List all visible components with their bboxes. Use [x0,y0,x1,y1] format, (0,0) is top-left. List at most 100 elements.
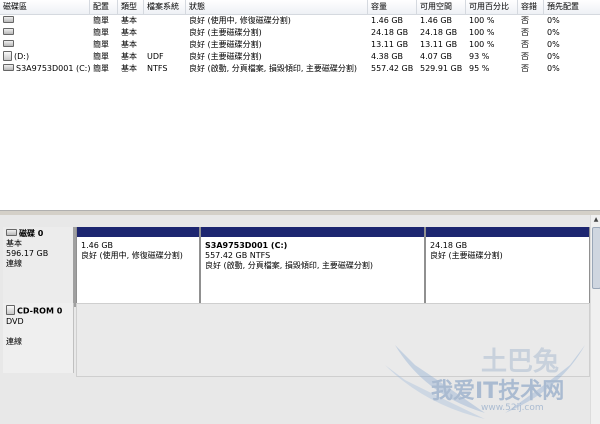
disk-0-type: 基本 [6,239,22,248]
column-header-percent-free[interactable]: 可用百分比 [466,0,518,14]
percent-free-cell: 100 % [469,16,495,25]
filesystem-cell: UDF [147,52,164,61]
free-space-cell: 4.07 GB [420,52,453,61]
free-space-cell: 529.91 GB [420,64,463,73]
cdrom-0-title: CD-ROM 0 [17,306,63,316]
disk-0-state: 連線 [6,259,22,268]
watermark-main-text: 我爱IT技术网 [431,379,565,404]
partition-header-bar [426,227,589,237]
fault-tolerance-cell: 否 [521,52,529,61]
disk-label-divider [73,303,74,373]
percent-free-cell: 100 % [469,28,495,37]
partition-c-drive[interactable]: S3A9753D001 (C:) 557.42 GB NTFS 良好 (啟動, … [200,227,425,307]
partition-status: 良好 (主要磁碟分割) [430,251,503,260]
cdrom-0-type: DVD [6,316,24,326]
partition-recovery[interactable]: 1.46 GB 良好 (使用中, 修復磁碟分割) [76,227,200,307]
filesystem-cell: NTFS [147,64,168,73]
column-header-row: 磁碟區 配置 類型 檔案系統 狀態 容量 可用空間 可用百分比 容錯 預先配置 [0,0,600,15]
partition-primary[interactable]: 24.18 GB 良好 (主要磁碟分割) [425,227,590,307]
table-row[interactable]: 簡單 基本 良好 (使用中, 修復磁碟分割) 1.46 GB 1.46 GB 1… [0,15,600,26]
partition-name: S3A9753D001 (C:) [205,241,288,250]
disk-icon [6,229,17,236]
partition-status: 良好 (啟動, 分頁檔案, 損毀傾印, 主要磁碟分割) [205,261,374,270]
type-cell: 基本 [121,52,137,61]
filesystem-cell [144,27,186,38]
status-cell: 良好 (主要磁碟分割) [189,28,262,37]
watermark: 土巴兔 我爱IT技术网 www.52ij.com [385,335,595,423]
scroll-up-arrow-icon[interactable]: ▲ [592,216,600,224]
capacity-cell: 557.42 GB [371,64,414,73]
table-row[interactable]: 簡單 基本 良好 (主要磁碟分割) 13.11 GB 13.11 GB 100 … [0,39,600,50]
cdrom-0-state: 連線 [6,336,22,346]
column-header-fault-tolerance[interactable]: 容錯 [518,0,544,14]
disk-0-size: 596.17 GB [6,249,49,258]
volume-cell: (D:) [0,51,90,62]
column-header-type[interactable]: 類型 [118,0,144,14]
type-cell: 基本 [121,16,137,25]
cdrom-0-label[interactable]: CD-ROM 0 DVD 連線 [3,303,73,373]
layout-cell: 簡單 [93,40,109,49]
drive-icon [3,40,14,47]
table-row[interactable]: (D:) 簡單 基本 UDF 良好 (主要磁碟分割) 4.38 GB 4.07 … [0,51,600,62]
layout-cell: 簡單 [93,52,109,61]
column-header-layout[interactable]: 配置 [90,0,118,14]
status-cell: 良好 (啟動, 分頁檔案, 損毀傾印, 主要磁碟分割) [189,64,358,73]
table-row[interactable]: S3A9753D001 (C:) 簡單 基本 NTFS 良好 (啟動, 分頁檔案… [0,63,600,74]
column-header-capacity[interactable]: 容量 [368,0,417,14]
partition-size: 24.18 GB [430,241,468,250]
type-cell: 基本 [121,28,137,37]
column-header-volume[interactable]: 磁碟區 [0,0,90,14]
layout-cell: 簡單 [93,64,109,73]
fault-tolerance-cell: 否 [521,40,529,49]
free-space-cell: 13.11 GB [420,40,458,49]
column-header-overhead[interactable]: 預先配置 [544,0,600,14]
fault-tolerance-cell: 否 [521,64,529,73]
volume-list[interactable]: 磁碟區 配置 類型 檔案系統 狀態 容量 可用空間 可用百分比 容錯 預先配置 … [0,0,600,204]
layout-cell: 簡單 [93,28,109,37]
column-header-filesystem[interactable]: 檔案系統 [144,0,186,14]
scrollbar-thumb[interactable] [592,227,600,289]
volume-cell [0,15,90,26]
cd-drive-icon [3,51,12,61]
status-cell: 良好 (使用中, 修復磁碟分割) [189,16,291,25]
partition-header-bar [201,227,424,237]
disk-0-row[interactable]: 磁碟 0 基本 596.17 GB 連線 1.46 GB 良好 (使用中, 修復… [0,227,590,307]
drive-icon [3,16,14,23]
fault-tolerance-cell: 否 [521,28,529,37]
volume-name: S3A9753D001 (C:) [16,64,90,73]
column-header-status[interactable]: 狀態 [186,0,368,14]
free-space-cell: 1.46 GB [420,16,453,25]
partition-size: 1.46 GB [81,241,114,250]
overhead-cell: 0% [547,64,560,73]
volume-cell [0,27,90,38]
volume-name: (D:) [14,52,30,61]
filesystem-cell [144,39,186,50]
fault-tolerance-cell: 否 [521,16,529,25]
disk-0-title: 磁碟 0 [19,229,44,238]
capacity-cell: 1.46 GB [371,16,404,25]
cd-drive-icon [6,305,15,315]
partition-status: 良好 (使用中, 修復磁碟分割) [81,251,183,260]
capacity-cell: 24.18 GB [371,28,409,37]
status-cell: 良好 (主要磁碟分割) [189,52,262,61]
volume-cell: S3A9753D001 (C:) [0,63,90,74]
overhead-cell: 0% [547,16,560,25]
percent-free-cell: 93 % [469,52,490,61]
column-header-free-space[interactable]: 可用空間 [417,0,466,14]
percent-free-cell: 95 % [469,64,490,73]
overhead-cell: 0% [547,28,560,37]
table-row[interactable]: 簡單 基本 良好 (主要磁碟分割) 24.18 GB 24.18 GB 100 … [0,27,600,38]
layout-cell: 簡單 [93,16,109,25]
watermark-url: www.52ij.com [481,403,544,413]
partition-header-bar [77,227,199,237]
type-cell: 基本 [121,64,137,73]
capacity-cell: 13.11 GB [371,40,409,49]
drive-icon [3,28,14,35]
overhead-cell: 0% [547,40,560,49]
type-cell: 基本 [121,40,137,49]
disk-0-label[interactable]: 磁碟 0 基本 596.17 GB 連線 [3,227,73,307]
overhead-cell: 0% [547,52,560,61]
partition-size: 557.42 GB NTFS [205,251,271,260]
free-space-cell: 24.18 GB [420,28,458,37]
filesystem-cell [144,15,186,26]
